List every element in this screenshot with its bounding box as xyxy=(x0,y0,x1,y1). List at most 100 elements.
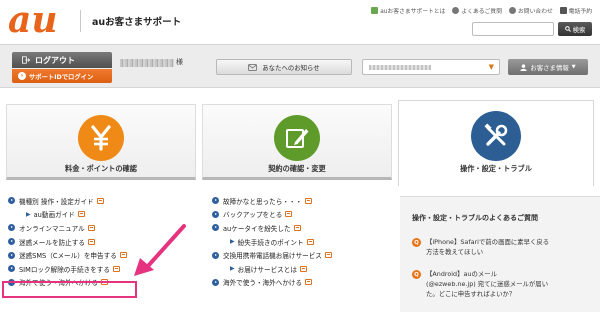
link-online-manual[interactable]: オンラインマニュアル xyxy=(8,221,127,235)
tab-billing-points[interactable]: 料金・ポイントの確認 xyxy=(6,104,196,180)
triangle-bullet-icon: ▶ xyxy=(26,210,31,218)
faq-item[interactable]: Q 【iPhone】Safariで前の画面に素早く戻る 方法を教えてほしい xyxy=(412,237,592,257)
link-label: 故障かなと思ったら・・・ xyxy=(223,197,303,206)
utility-links: auお客さまサポートとは よくあるご質問 お問い合わせ 電話予約 xyxy=(371,6,592,15)
arrow-bullet-icon xyxy=(8,251,15,259)
phone-icon xyxy=(559,7,567,14)
link-report-spam-sms[interactable]: 迷惑SMS（Cメール）を申告する xyxy=(8,248,127,262)
link-delivery-service[interactable]: ▶ お届けサービスとは xyxy=(212,262,332,276)
link-replacement-service[interactable]: 交換用携帯電話機お届けサービス xyxy=(212,248,332,262)
question-icon xyxy=(452,7,460,14)
logout-button[interactable]: ログアウト xyxy=(12,52,112,68)
window-icon xyxy=(112,265,120,272)
link-video-guide[interactable]: ▶ au動画ガイド xyxy=(8,208,127,222)
question-mark-icon: Q xyxy=(412,238,421,247)
faq-text-line: 方法を教えてほしい xyxy=(426,248,484,256)
search-button[interactable]: 検索 xyxy=(558,22,592,36)
link-sim-unlock[interactable]: SIMロック解除の手続きをする xyxy=(8,262,127,276)
link-lost-phone[interactable]: auケータイを紛失した xyxy=(212,221,332,235)
window-icon xyxy=(324,252,332,259)
login-bar: ログアウト › サポートIDでログイン 様 あなたへのお知らせ ▼ お客さま情報… xyxy=(0,44,600,88)
link-label: オンラインマニュアル xyxy=(19,224,85,233)
link-label: お届けサービスとは xyxy=(237,265,297,274)
pointer-arrow-icon xyxy=(134,224,186,276)
search-input[interactable] xyxy=(472,22,554,36)
faq-item[interactable]: Q 【Android】auのメール (@ezweb.ne.jp) 宛てに迷惑メー… xyxy=(412,269,592,299)
user-icon xyxy=(520,63,528,71)
arrow-bullet-icon xyxy=(212,224,219,232)
au-logo[interactable]: au xyxy=(6,0,68,41)
link-label: 迷惑メールを防止する xyxy=(19,238,85,247)
arrow-bullet-icon xyxy=(212,210,219,218)
tab-label: 操作・設定・トラブル xyxy=(460,164,532,173)
faq-panel: 操作・設定・トラブルのよくあるご質問 Q 【iPhone】Safariで前の画面… xyxy=(400,196,600,312)
window-icon xyxy=(87,224,95,231)
util-link-label: auお客さまサポートとは xyxy=(380,9,446,15)
util-link-faq[interactable]: よくあるご質問 xyxy=(452,6,502,15)
mail-icon xyxy=(248,63,258,71)
faq-text-line: (@ezweb.ne.jp) 宛てに迷惑メールが届い xyxy=(426,280,549,288)
search-icon xyxy=(564,26,571,32)
chevron-down-icon: ▼ xyxy=(488,63,494,71)
window-icon xyxy=(305,197,313,204)
mail-icon xyxy=(509,7,516,14)
link-model-guide[interactable]: 機種別 操作・設定ガイド xyxy=(8,194,127,208)
link-backup[interactable]: バックアップをとる xyxy=(212,208,332,222)
link-label: バックアップをとる xyxy=(223,211,283,220)
tools-icon xyxy=(471,111,521,161)
logo-divider xyxy=(80,10,81,32)
left-link-list: 機種別 操作・設定ガイド ▶ au動画ガイド オンラインマニュアル 迷惑メールを防… xyxy=(8,194,127,289)
triangle-bullet-icon: ▶ xyxy=(230,265,235,273)
arrow-bullet-icon xyxy=(212,251,219,259)
window-icon xyxy=(96,197,104,204)
triangle-bullet-icon: ▶ xyxy=(230,238,235,246)
logout-icon xyxy=(22,56,30,64)
pencil-icon xyxy=(274,115,320,161)
link-label: 機種別 操作・設定ガイド xyxy=(19,197,94,206)
arrow-bullet-icon xyxy=(8,238,15,246)
util-link-label: 電話予約 xyxy=(568,9,592,15)
link-lost-procedure[interactable]: ▶ 紛失手続きのポイント xyxy=(212,235,332,249)
window-icon xyxy=(293,224,301,231)
notices-label: あなたへのお知らせ xyxy=(262,63,320,72)
tab-label: 契約の確認・変更 xyxy=(268,164,326,173)
util-link-contact[interactable]: お問い合わせ xyxy=(509,6,553,15)
link-troubleshoot[interactable]: 故障かなと思ったら・・・ xyxy=(212,194,332,208)
util-link-phone[interactable]: 電話予約 xyxy=(559,6,592,15)
link-block-spam-mail[interactable]: 迷惑メールを防止する xyxy=(8,235,127,249)
util-link-about[interactable]: auお客さまサポートとは xyxy=(371,6,445,15)
link-label: 迷惑SMS（Cメール）を申告する xyxy=(19,252,117,261)
util-link-label: よくあるご質問 xyxy=(461,9,502,15)
arrow-bullet-icon xyxy=(8,197,15,205)
site-name[interactable]: auお客さまサポート xyxy=(92,14,181,28)
member-info-label: お客さま情報 xyxy=(530,63,569,72)
faq-text-line: た。どこに申告すればよいか？ xyxy=(426,290,516,298)
window-icon xyxy=(87,238,95,245)
user-honorific: 様 xyxy=(176,58,183,66)
window-icon xyxy=(77,211,85,218)
faq-title: 操作・設定・トラブルのよくあるご質問 xyxy=(412,214,538,222)
faq-text-line: 【iPhone】Safariで前の画面に素早く戻る xyxy=(426,238,550,246)
link-label: SIMロック解除の手続きをする xyxy=(19,265,110,274)
tab-contract[interactable]: 契約の確認・変更 xyxy=(202,104,392,180)
window-icon xyxy=(306,238,314,245)
link-label: 紛失手続きのポイント xyxy=(237,238,304,247)
link-overseas-2[interactable]: 海外で使う・海外へかける xyxy=(212,276,332,290)
window-icon xyxy=(305,279,313,286)
logout-label: ログアウト xyxy=(35,55,75,65)
window-icon xyxy=(285,211,293,218)
link-label: au動画ガイド xyxy=(33,211,75,220)
faq-text-line: 【Android】auのメール xyxy=(426,270,498,278)
link-label: auケータイを紛失した xyxy=(223,224,291,233)
member-info-button[interactable]: お客さま情報 ▼ xyxy=(508,59,588,75)
selected-line-redacted xyxy=(369,65,431,70)
leaf-icon xyxy=(371,7,379,14)
notices-button[interactable]: あなたへのお知らせ xyxy=(216,59,352,75)
support-id-login-button[interactable]: › サポートIDでログイン xyxy=(12,69,112,83)
line-select[interactable]: ▼ xyxy=(362,59,500,75)
search-area: 検索 xyxy=(472,22,592,36)
util-link-label: お問い合わせ xyxy=(518,9,553,15)
yen-icon xyxy=(78,115,124,161)
link-label: 交換用携帯電話機お届けサービス xyxy=(223,252,322,261)
tab-operation-settings[interactable]: 操作・設定・トラブル xyxy=(398,100,594,186)
